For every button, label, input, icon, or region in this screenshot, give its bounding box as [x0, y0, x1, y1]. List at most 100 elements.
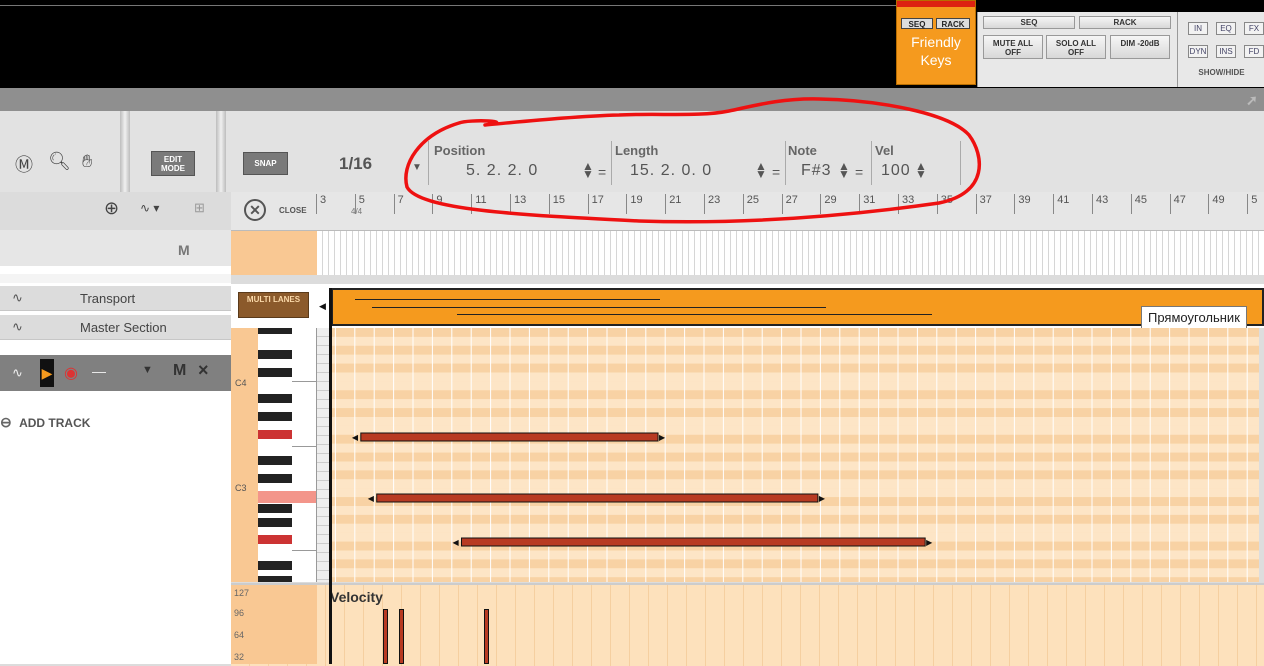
grid-icon[interactable]: ⊞ [194, 200, 205, 216]
note-clip[interactable] [331, 288, 1264, 326]
bar-ruler[interactable]: ✕ CLOSE 3 5 7 9 11 13 15 17 19 21 23 25 27 29 31 33 35 37… [231, 192, 1264, 231]
expand-arrow-icon[interactable]: ➚ [1246, 92, 1258, 109]
close-icon[interactable]: ✕ [244, 199, 266, 221]
toolbar-divider [216, 111, 226, 192]
black-key[interactable] [258, 368, 292, 377]
automation-icon: ∿ [12, 290, 23, 305]
bar-number: 37 [975, 194, 992, 214]
play-indicator-icon[interactable]: ▶ [40, 359, 54, 387]
fd-button[interactable]: FD [1244, 45, 1264, 58]
automation-icon: ∿ [12, 319, 23, 334]
black-key[interactable] [258, 504, 292, 513]
in-button[interactable]: IN [1188, 22, 1208, 35]
key-separator [292, 550, 316, 551]
device-level-meter [897, 1, 975, 7]
black-key[interactable] [258, 456, 292, 465]
chevron-down-icon[interactable]: ▼ [142, 364, 153, 376]
hand-tool-icon[interactable]: ✋︎ [82, 151, 92, 172]
mixer-rack-button[interactable]: RACK [1079, 16, 1171, 29]
delete-track-button[interactable]: × [198, 360, 209, 381]
eq-button[interactable]: EQ [1216, 22, 1236, 35]
black-key[interactable] [258, 561, 292, 570]
velocity-title: Velocity [330, 589, 383, 605]
track-list: ⊕ ∿ ▾ ⊞ M ∿ Transport ∿ Master Section ∿… [0, 192, 231, 664]
add-track-button[interactable]: ⊖ ADD TRACK [0, 414, 90, 431]
bar-number: 39 [1014, 194, 1031, 214]
highlighted-key[interactable] [258, 535, 292, 544]
ins-button[interactable]: INS [1216, 45, 1236, 58]
add-device-icon[interactable]: ⊕ [104, 198, 119, 219]
note-grid[interactable]: ◀ ▶ ◀ ▶ ◀ ▶ [331, 328, 1264, 582]
track-row[interactable]: ∿ Master Section [0, 315, 231, 340]
device-rack-button[interactable]: RACK [936, 18, 970, 29]
mute-button[interactable]: M [178, 242, 190, 258]
record-enable-icon[interactable]: ◉ [64, 363, 78, 383]
automation-lane[interactable] [317, 231, 1264, 275]
automation-icon[interactable]: ∿ [12, 365, 23, 381]
bar-number: 13 [510, 194, 526, 214]
black-key[interactable] [258, 474, 292, 483]
dim-button[interactable]: DIM -20dB [1110, 35, 1170, 59]
bar-number: 9 [432, 194, 443, 214]
device-panel[interactable]: SEQ RACK Friendly Keys [896, 0, 976, 85]
velocity-bar[interactable] [398, 609, 404, 664]
bar-number: 45 [1130, 194, 1147, 214]
pencil-tool-icon[interactable]: Ⓜ [15, 151, 33, 177]
velocity-tick: 64 [234, 630, 245, 640]
note-spinner-icon[interactable]: ▲ ▼ [838, 160, 850, 180]
note-resize-handle-icon: ▶ [819, 494, 826, 503]
black-key[interactable] [258, 576, 292, 582]
piano-keyboard[interactable] [258, 328, 317, 582]
fx-button[interactable]: FX [1244, 22, 1264, 35]
inspector-dropdown-icon[interactable]: ▼ [412, 162, 422, 173]
close-label[interactable]: CLOSE [279, 206, 307, 215]
bar-number: 49 [1208, 194, 1225, 214]
device-seq-button[interactable]: SEQ [901, 18, 933, 29]
black-key[interactable] [258, 328, 292, 334]
snap-button[interactable]: SNAP [243, 152, 288, 175]
sequencer-toolbar: Ⓜ 🔍︎ ✋︎ EDIT MODE SNAP 1/16 ▼ Position 5… [0, 111, 1264, 193]
velocity-bar[interactable] [382, 609, 388, 664]
position-spinner-icon[interactable]: ▲ ▼ [582, 160, 594, 180]
track-name-field[interactable]: — [92, 363, 106, 379]
master-lane[interactable]: M [0, 230, 231, 266]
bar-number: 5 [1247, 194, 1257, 214]
mute-all-off-button[interactable]: MUTE ALL OFF [983, 35, 1043, 59]
note-value[interactable]: F#3 [801, 162, 832, 180]
field-divider [428, 141, 429, 185]
clip-start-arrow-icon[interactable]: ◀ [319, 301, 326, 312]
instrument-track-row[interactable]: ∿ ▶ ◉ — ▼ M × [0, 355, 231, 391]
vel-value[interactable]: 100 [881, 162, 911, 180]
dyn-button[interactable]: DYN [1188, 45, 1208, 58]
track-row[interactable]: ∿ Transport [0, 286, 231, 311]
mute-button[interactable]: M [173, 362, 186, 380]
edit-mode-button[interactable]: EDIT MODE [151, 151, 195, 176]
position-equals: = [598, 164, 607, 180]
black-key[interactable] [258, 518, 292, 527]
bar-number: 19 [626, 194, 643, 214]
black-key[interactable] [258, 394, 292, 403]
length-spinner-icon[interactable]: ▲ ▼ [755, 160, 767, 180]
note-event [461, 537, 926, 547]
add-icon: ⊖ [0, 414, 12, 430]
device-name-line1: Friendly [911, 34, 961, 50]
solo-all-off-button[interactable]: SOLO ALL OFF [1046, 35, 1106, 59]
position-value[interactable]: 5. 2. 2. 0 [466, 162, 538, 180]
black-key[interactable] [258, 350, 292, 359]
highlighted-key[interactable] [258, 430, 292, 439]
snap-value[interactable]: 1/16 [339, 154, 372, 174]
black-key[interactable] [258, 412, 292, 421]
note-equals: = [855, 164, 864, 180]
mixer-seq-button[interactable]: SEQ [983, 16, 1075, 29]
vel-spinner-icon[interactable]: ▲ ▼ [915, 160, 927, 180]
clip-note-preview [457, 314, 932, 315]
magnify-tool-icon[interactable]: 🔍︎ [48, 151, 71, 172]
multi-lanes-button[interactable]: MULTI LANES [238, 292, 309, 318]
velocity-bar[interactable] [483, 609, 489, 664]
length-value[interactable]: 15. 2. 0. 0 [630, 162, 712, 180]
bar-number: 3 [316, 194, 326, 214]
automation-icon[interactable]: ∿ ▾ [140, 201, 159, 215]
vertical-scrollbar[interactable] [1259, 328, 1264, 582]
highlighted-white-key[interactable] [258, 491, 316, 503]
field-divider [871, 141, 872, 185]
